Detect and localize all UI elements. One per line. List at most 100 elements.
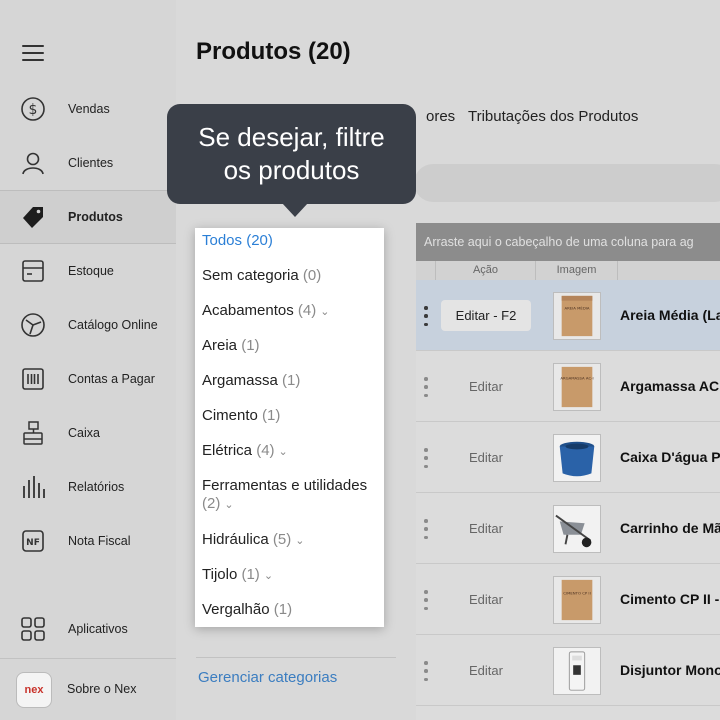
sidebar-divider [0, 658, 176, 659]
sidebar-item-label: Contas a Pagar [68, 372, 155, 386]
tag-icon [20, 204, 46, 230]
column-header-imagem[interactable]: Imagem [536, 261, 618, 280]
more-options-icon[interactable] [422, 519, 430, 539]
category-item-eletrica[interactable]: Elétrica (4) ⌄ [202, 442, 288, 459]
svg-text:CIMENTO CP II: CIMENTO CP II [563, 590, 590, 595]
chevron-down-icon[interactable]: ⌄ [264, 570, 273, 582]
chevron-down-icon[interactable]: ⌄ [320, 306, 329, 318]
svg-text:AREIA MÉDIA: AREIA MÉDIA [564, 305, 589, 310]
table-row[interactable]: Editar - F2 AREIA MÉDIA Areia Média (La [416, 280, 720, 351]
edit-button[interactable]: Editar [441, 584, 531, 615]
category-item-cimento[interactable]: Cimento (1) [202, 407, 280, 424]
sidebar-item-label: Vendas [68, 102, 110, 116]
chevron-down-icon[interactable]: ⌄ [295, 535, 304, 547]
table-row[interactable]: Editar CIMENTO CP II Cimento CP II - [416, 564, 720, 635]
product-thumbnail: CIMENTO CP II [553, 576, 601, 624]
circuit-breaker-icon [568, 651, 586, 691]
more-options-icon[interactable] [422, 377, 430, 397]
sidebar-item-vendas[interactable]: $ Vendas [0, 82, 176, 136]
more-options-icon[interactable] [422, 448, 430, 468]
product-thumbnail: ARGAMASSA AC-I [553, 363, 601, 411]
sidebar-item-label: Estoque [68, 264, 114, 278]
sand-bag-icon: AREIA MÉDIA [561, 295, 593, 337]
column-header-expand [416, 261, 436, 280]
dollar-icon: $ [20, 96, 46, 122]
table-row[interactable]: Editar Disjuntor Mono [416, 635, 720, 706]
svg-text:$: $ [29, 102, 38, 118]
tooltip-line: Se desejar, filtre [198, 122, 385, 152]
category-item-argamassa[interactable]: Argamassa (1) [202, 372, 300, 389]
category-item-acabamentos[interactable]: Acabamentos (4) ⌄ [202, 302, 329, 319]
svg-text:NF: NF [26, 538, 40, 548]
sidebar: $ Vendas Clientes Produtos Estoque Catál… [0, 0, 176, 720]
category-item-tijolo[interactable]: Tijolo (1) ⌄ [202, 566, 273, 583]
sidebar-item-caixa[interactable]: Caixa [0, 406, 176, 460]
water-tank-icon [559, 441, 595, 477]
edit-button[interactable]: Editar [441, 442, 531, 473]
table-row[interactable]: Editar ARGAMASSA AC-I Argamassa AC [416, 351, 720, 422]
tab-fornecedores[interactable]: ores [426, 108, 455, 125]
edit-button[interactable]: Editar [441, 371, 531, 402]
sidebar-item-nota-fiscal[interactable]: NF Nota Fiscal [0, 514, 176, 568]
sidebar-item-contas-a-pagar[interactable]: Contas a Pagar [0, 352, 176, 406]
barcode-icon [20, 366, 46, 392]
chevron-down-icon[interactable]: ⌄ [279, 446, 288, 458]
sidebar-item-catalogo-online[interactable]: Catálogo Online [0, 298, 176, 352]
sidebar-item-relatorios[interactable]: Relatórios [0, 460, 176, 514]
svg-text:ARGAMASSA AC-I: ARGAMASSA AC-I [560, 375, 593, 380]
category-item-vergalhao[interactable]: Vergalhão (1) [202, 601, 292, 618]
sidebar-item-aplicativos[interactable]: Aplicativos [0, 602, 176, 656]
sidebar-item-estoque[interactable]: Estoque [0, 244, 176, 298]
chevron-down-icon[interactable]: ⌄ [224, 499, 233, 511]
table-row-partial [416, 706, 720, 720]
sidebar-item-label: Nota Fiscal [68, 534, 131, 548]
more-options-icon[interactable] [422, 306, 430, 326]
register-icon [20, 420, 46, 446]
product-thumbnail [553, 434, 601, 482]
sidebar-item-label: Catálogo Online [68, 318, 158, 332]
tab-tributacoes[interactable]: Tributações dos Produtos [468, 108, 638, 125]
search-input[interactable] [414, 164, 720, 202]
menu-icon[interactable] [22, 45, 44, 61]
onboarding-tooltip: Se desejar, filtre os produtos [167, 104, 416, 204]
column-header-acao[interactable]: Ação [436, 261, 536, 280]
column-header-nome[interactable] [618, 261, 720, 280]
page-title: Produtos (20) [196, 38, 351, 65]
sidebar-item-label: Caixa [68, 426, 100, 440]
nf-icon: NF [20, 528, 46, 554]
category-item-hidraulica[interactable]: Hidráulica (5) ⌄ [202, 531, 304, 548]
more-options-icon[interactable] [422, 590, 430, 610]
user-icon [20, 150, 46, 176]
product-name: Disjuntor Mono [620, 662, 720, 678]
edit-button[interactable]: Editar [441, 655, 531, 686]
apps-grid-icon [20, 616, 46, 642]
sidebar-item-label: Produtos [68, 210, 123, 224]
product-name: Caixa D'água P [620, 449, 720, 465]
category-filter-panel: Todos (20) Sem categoria (0) Acabamentos… [195, 228, 384, 627]
sidebar-item-label: Clientes [68, 156, 114, 170]
category-item-areia[interactable]: Areia (1) [202, 337, 260, 354]
tooltip-arrow [282, 203, 308, 217]
manage-categories-link[interactable]: Gerenciar categorias [198, 669, 337, 686]
sidebar-item-label: Relatórios [68, 480, 125, 494]
product-thumbnail [553, 505, 601, 553]
category-item-sem-categoria[interactable]: Sem categoria (0) [202, 267, 321, 284]
edit-button[interactable]: Editar - F2 [441, 300, 531, 331]
sidebar-item-produtos[interactable]: Produtos [0, 190, 176, 244]
edit-button[interactable]: Editar [441, 513, 531, 544]
product-name: Argamassa AC [620, 378, 720, 394]
divider [196, 657, 396, 658]
category-item-todos[interactable]: Todos (20) [202, 232, 273, 249]
sidebar-item-label: Aplicativos [68, 622, 128, 636]
catalog-icon [20, 312, 46, 338]
sidebar-item-sobre[interactable]: Sobre o Nex [0, 662, 176, 716]
sidebar-item-clientes[interactable]: Clientes [0, 136, 176, 190]
more-options-icon[interactable] [422, 661, 430, 681]
table-row[interactable]: Editar Carrinho de Mã [416, 493, 720, 564]
category-item-ferramentas[interactable]: Ferramentas e utilidades (2) ⌄ [202, 477, 382, 514]
table-row[interactable]: Editar Caixa D'água P [416, 422, 720, 493]
box-icon [20, 258, 46, 284]
group-by-drop-area[interactable]: Arraste aqui o cabeçalho de uma coluna p… [416, 223, 720, 261]
product-thumbnail: AREIA MÉDIA [553, 292, 601, 340]
bar-chart-icon [20, 474, 46, 500]
